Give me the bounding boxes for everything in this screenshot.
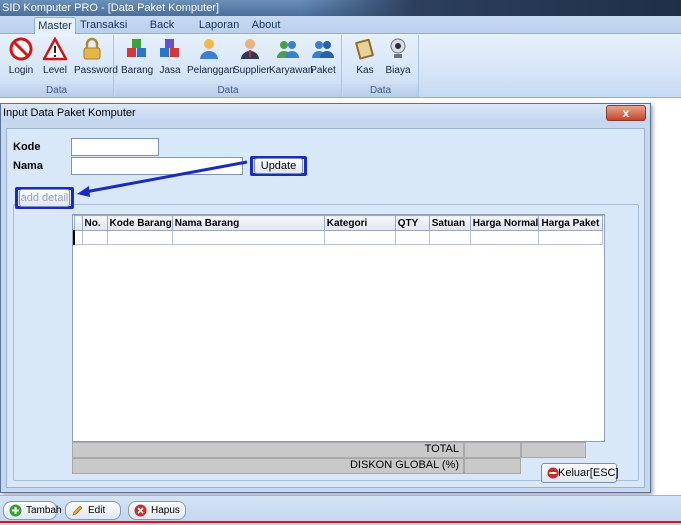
col-qty[interactable]: QTY (394, 215, 430, 231)
edit-button[interactable]: Edit (65, 501, 121, 520)
add-icon (9, 504, 22, 517)
hapus-label: Hapus (151, 505, 180, 516)
barang-label: Barang (121, 65, 154, 76)
login-label: Login (8, 65, 34, 76)
col-harga-normal[interactable]: Harga Normal (469, 215, 540, 231)
total-paket-cell (521, 442, 586, 458)
keluar-button[interactable]: Keluar[ESC] (541, 463, 619, 483)
col-harga-paket[interactable]: Harga Paket (538, 215, 604, 231)
biaya-button[interactable]: Biaya (383, 37, 413, 81)
total-label: TOTAL (72, 442, 464, 458)
table-cell[interactable] (394, 230, 430, 245)
tab-transaksi[interactable]: Transaksi (80, 17, 127, 34)
ribbon-panel: Login Level Password Data Barang Jasa Pe… (0, 34, 681, 98)
password-button[interactable]: Password (74, 37, 118, 81)
diskon-label: DISKON GLOBAL (%) (72, 458, 464, 474)
webcam-icon (390, 38, 406, 58)
col-no[interactable]: No. (81, 215, 108, 231)
tambah-label: Tambah (26, 505, 62, 516)
book-icon (355, 38, 374, 60)
ribbon-group-finance: Kas Biaya Data (343, 35, 419, 97)
level-button[interactable]: Level (40, 37, 70, 81)
row-header-cell[interactable] (73, 230, 83, 245)
paket-button[interactable]: Paket (309, 37, 337, 81)
jasa-label: Jasa (159, 65, 181, 76)
app-title-bar: SID Komputer PRO - [Data Paket Komputer] (0, 0, 681, 16)
tab-master[interactable]: Master (34, 17, 76, 34)
tab-back-office[interactable]: Back Office (136, 17, 188, 47)
group-label: Data (115, 84, 341, 97)
group-label: Data (343, 84, 418, 97)
login-button[interactable]: Login (6, 37, 36, 81)
col-kode-barang[interactable]: Kode Barang (106, 215, 173, 231)
no-entry-icon (9, 37, 33, 61)
status-divider (0, 521, 681, 523)
kas-label: Kas (356, 65, 374, 76)
hapus-button[interactable]: Hapus (128, 501, 186, 520)
window-client-area: Kode Nama Update Detail add detail No. (6, 128, 645, 488)
table-cell[interactable] (106, 230, 173, 245)
title-bar-background (301, 0, 681, 16)
karyawan-label: Karyawan (269, 65, 314, 76)
biaya-label: Biaya (385, 65, 411, 76)
pencil-icon (72, 505, 83, 516)
app-title: SID Komputer PRO - [Data Paket Komputer] (2, 2, 220, 14)
ribbon-group-login: Login Level Password Data (0, 35, 118, 97)
group-label: Data (0, 84, 113, 97)
barang-button[interactable]: Barang (121, 37, 153, 81)
diskon-value-cell[interactable] (464, 458, 521, 474)
ribbon-group-data-master: Barang Jasa Pelanggan Supplier Karyawan … (115, 35, 342, 97)
table-cell[interactable] (538, 230, 604, 245)
col-satuan[interactable]: Satuan (428, 215, 471, 231)
supplier-button[interactable]: Supplier (233, 37, 270, 81)
table-cell[interactable] (428, 230, 471, 245)
cubes-icon (127, 39, 146, 57)
row-header-corner (73, 215, 83, 231)
table-cell[interactable] (469, 230, 540, 245)
edit-label: Edit (88, 505, 106, 516)
table-cell[interactable] (81, 230, 108, 245)
keluar-label: Keluar[ESC] (558, 467, 619, 479)
pelanggan-button[interactable]: Pelanggan (187, 37, 235, 81)
close-button[interactable]: x (606, 105, 646, 121)
tab-about[interactable]: About (250, 17, 282, 34)
delete-icon (134, 504, 147, 517)
jasa-button[interactable]: Jasa (157, 37, 183, 81)
kas-button[interactable]: Kas (351, 37, 379, 81)
group-users-icon (312, 41, 334, 58)
tab-laporan[interactable]: Laporan (198, 17, 240, 34)
grid-header-row: No. Kode Barang Nama Barang Kategori QTY… (73, 215, 604, 231)
supplier-person-icon (241, 39, 259, 59)
table-cell[interactable] (323, 230, 396, 245)
col-kategori[interactable]: Kategori (323, 215, 396, 231)
detail-table: No. Kode Barang Nama Barang Kategori QTY… (73, 215, 604, 245)
password-label: Password (74, 65, 118, 76)
ribbon-tab-strip: Master Transaksi Back Office Laporan Abo… (0, 16, 681, 47)
paket-label: Paket (310, 65, 336, 76)
warning-icon (43, 37, 67, 61)
table-row[interactable] (73, 230, 604, 245)
window-title: Input Data Paket Komputer (1, 104, 650, 122)
col-nama-barang[interactable]: Nama Barang (171, 215, 325, 231)
karyawan-button[interactable]: Karyawan (269, 37, 314, 81)
tambah-button[interactable]: Tambah (3, 501, 62, 520)
users-icon (277, 41, 299, 58)
table-cell[interactable] (171, 230, 325, 245)
level-label: Level (43, 65, 67, 76)
total-normal-cell (464, 442, 521, 458)
lock-icon (83, 37, 101, 60)
customer-icon (200, 39, 218, 59)
input-paket-window: Input Data Paket Komputer x Kode Nama Up… (0, 103, 651, 493)
exit-icon (547, 467, 559, 479)
supplier-label: Supplier (233, 65, 270, 76)
cubes-blue-icon (160, 39, 179, 57)
pelanggan-label: Pelanggan (187, 65, 235, 76)
detail-grid[interactable]: No. Kode Barang Nama Barang Kategori QTY… (72, 214, 605, 442)
